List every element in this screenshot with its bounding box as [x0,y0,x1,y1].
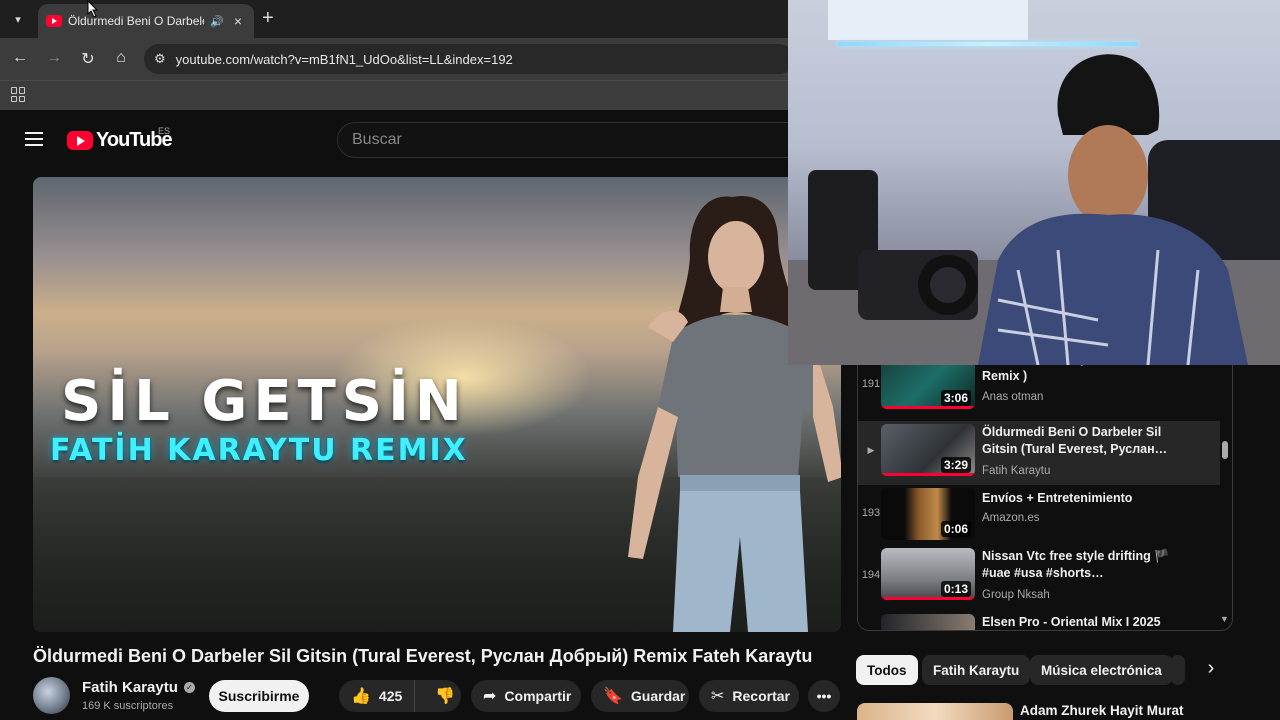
like-dislike-group: 👍 425 👎 [339,680,461,712]
home-icon[interactable]: ⌂ [111,49,131,67]
address-bar[interactable]: ⚙ youtube.com/watch?v=mB1fN1_UdOo&list=L… [144,44,794,74]
share-label: Compartir [504,688,572,704]
video-title: Öldurmedi Beni O Darbeler Sil Gitsin (Tu… [33,646,813,666]
playlist-item-index: 191 [861,378,881,390]
browser-toolbar: ← → ↻ ⌂ ⚙ youtube.com/watch?v=mB1fN1_UdO… [0,38,794,80]
webcam-camera-equipment [808,170,978,320]
search-box[interactable] [337,122,797,158]
playlist-item-title[interactable]: Elsen Pro - Oriental Mix I 2025 [982,614,1172,630]
clip-button[interactable]: ✂ Recortar [699,680,799,712]
playlist-item-channel[interactable]: Anas otman [982,391,1043,403]
playlist-item-thumbnail[interactable]: 3:29 [881,424,975,476]
apps-grid-icon[interactable] [11,87,26,102]
scissors-icon: ✂ [711,688,725,705]
playlist-item-channel[interactable]: Amazon.es [982,512,1040,524]
playlist-item-duration: 0:06 [940,521,971,537]
chip-fatih-karaytu[interactable]: Fatih Karaytu [922,655,1031,685]
new-tab-plus-icon[interactable]: + [262,8,274,28]
watched-progress-bar [881,406,975,409]
bookmarks-bar [0,80,790,110]
search-input[interactable] [352,131,796,149]
now-playing-triangle-icon: ▶ [867,445,875,455]
youtube-play-logo-icon [67,131,93,150]
site-info-icon[interactable]: ⚙ [154,51,166,67]
share-arrow-icon: ➦ [483,688,497,705]
share-button[interactable]: ➦ Compartir [471,680,581,712]
browser-tabstrip: ▾ Öldurmedi Beni O Darbeler 🔊 × + [0,0,790,38]
recommendation-title[interactable]: Adam Zhurek Hayit Murat [1020,703,1184,718]
dislike-button[interactable]: 👎 [423,680,467,712]
chip-partial[interactable] [1171,655,1185,685]
playlist-item[interactable]: 194 0:13 Nissan Vtc free style drifting … [858,547,1220,611]
forward-arrow-icon[interactable]: → [44,49,64,67]
tab-search-chevron-icon[interactable]: ▾ [6,8,30,30]
playlist-item-thumbnail[interactable]: 3:06 [881,365,975,409]
playlist-item-current[interactable]: ▶ 3:29 Öldurmedi Beni O Darbeler Sil Git… [858,421,1220,485]
reload-icon[interactable]: ↻ [78,49,98,69]
playlist-item-channel[interactable]: Fatih Karaytu [982,465,1050,477]
thumbs-up-icon: 👍 [351,688,371,705]
recommendation-thumbnail[interactable] [857,703,1013,720]
playlist-item-thumbnail[interactable]: 0:06 [881,488,975,540]
subscribe-button[interactable]: Suscribirme [209,680,309,712]
more-actions-button[interactable]: ••• [808,680,840,712]
playlist-item[interactable]: Elsen Pro - Oriental Mix I 2025 [858,611,1220,630]
watched-progress-bar [881,597,975,600]
subscriber-count: 169 K suscriptores [82,700,174,712]
playlist-item-title[interactable]: Nissan Vtc free style drifting 🏴 #uae #u… [982,548,1172,582]
mouse-cursor-icon [87,0,99,18]
country-code: ES [158,126,171,136]
playlist-item-title[interactable]: Otilia - Deli Gibi (Anas otman Remix ) [982,365,1172,385]
playlist-panel: 191 3:06 Otilia - Deli Gibi (Anas otman … [857,365,1233,631]
playlist-item-duration: 0:13 [940,581,971,597]
save-label: Guardar [630,688,686,704]
save-button[interactable]: 🔖 Guardar [591,680,689,712]
playlist-item-duration: 3:29 [940,457,971,473]
playlist-item-channel[interactable]: Group Nksah [982,589,1050,601]
webcam-person [978,54,1248,365]
channel-name-link[interactable]: Fatih Karaytu ✓ [82,679,195,696]
scroll-down-arrow-icon[interactable]: ▼ [1220,614,1229,624]
channel-name[interactable]: Fatih Karaytu [82,679,178,696]
youtube-masthead: YouTube ES [0,110,797,168]
channel-avatar[interactable] [33,677,70,714]
tab-close-icon[interactable]: × [230,13,246,29]
chip-musica-electronica[interactable]: Música electrónica [1030,655,1173,685]
more-dots-icon: ••• [816,688,832,704]
thumbs-down-icon: 👎 [435,688,456,705]
playlist-item-index: 194 [861,569,881,581]
thumbnail-overlay-title: SİL GETSİN [61,369,468,434]
video-player[interactable]: SİL GETSİN FATİH KARAYTU REMIX [33,177,841,632]
playlist-scrollbar-thumb[interactable] [1222,441,1228,459]
playlist-item[interactable]: 193 0:06 Envíos + Entretenimiento Amazon… [858,485,1220,549]
webcam-overlay [788,0,1280,365]
thumbnail-overlay-subtitle: FATİH KARAYTU REMIX [50,433,468,468]
playlist-item-duration: 3:06 [940,390,971,406]
playlist-item-thumbnail[interactable] [881,614,975,630]
playlist-item-title[interactable]: Envíos + Entretenimiento [982,490,1172,507]
like-button[interactable]: 👍 425 [339,680,416,712]
like-count: 425 [378,688,403,704]
speaker-icon[interactable]: 🔊 [210,15,224,28]
url-text[interactable]: youtube.com/watch?v=mB1fN1_UdOo&list=LL&… [176,52,513,67]
verified-check-icon: ✓ [183,682,195,693]
watched-progress-bar [881,473,975,476]
chips-next-chevron-icon[interactable]: › [1199,657,1223,680]
menu-hamburger-icon[interactable] [25,132,43,146]
playlist-item[interactable]: 191 3:06 Otilia - Deli Gibi (Anas otman … [858,365,1220,421]
bookmark-icon: 🔖 [603,688,623,705]
youtube-favicon-icon [46,15,62,27]
playlist-item-title[interactable]: Öldurmedi Beni O Darbeler Sil Gitsin (Tu… [982,424,1172,458]
chip-todos[interactable]: Todos [856,655,918,685]
clip-label: Recortar [732,688,790,704]
youtube-logo[interactable]: YouTube [67,129,173,152]
playlist-item-index: 193 [861,507,881,519]
browser-tab[interactable]: Öldurmedi Beni O Darbeler 🔊 × [38,4,254,38]
back-arrow-icon[interactable]: ← [10,49,30,67]
playlist-item-thumbnail[interactable]: 0:13 [881,548,975,600]
